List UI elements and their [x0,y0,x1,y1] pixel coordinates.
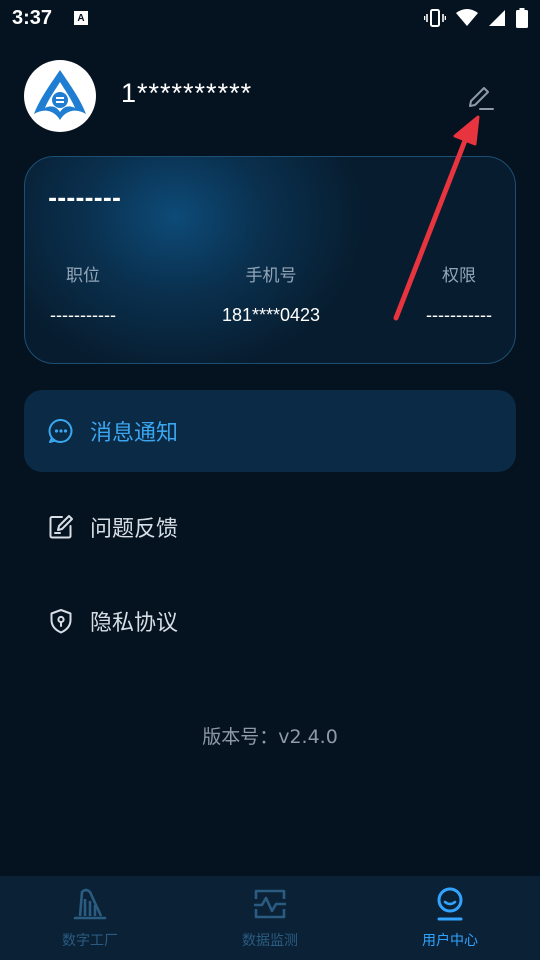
app-logo-icon [34,70,86,120]
status-bar: 3:37 A [0,0,540,36]
nav-label: 用户中心 [422,933,478,949]
a-notification-icon: A [74,11,89,25]
menu-label: 隐私协议 [90,611,179,636]
position-column: 职位 ----------- [45,261,121,326]
menu-label: 问题反馈 [90,517,179,542]
nav-item-user-center[interactable]: 用户中心 [360,876,540,960]
phone-column: 手机号 181****0423 [201,261,341,326]
feedback-edit-icon [46,512,76,542]
menu-item-feedback[interactable]: 问题反馈 [24,486,516,568]
phone-label: 手机号 [245,266,297,286]
nav-label: 数据监测 [242,933,298,949]
username: 1********** [121,78,253,108]
battery-icon [516,8,528,28]
annotation-arrow [393,115,480,321]
user-info-card: -------- 职位 ----------- 手机号 181****0423 … [24,156,516,364]
pencil-icon [469,87,494,110]
permission-value: ----------- [426,305,492,325]
menu-item-privacy[interactable]: 隐私协议 [24,580,516,662]
wifi-icon [456,9,478,26]
card-name: -------- [48,187,122,212]
position-label: 职位 [66,266,100,286]
edit-profile-button[interactable] [464,82,496,114]
message-icon [46,416,76,446]
monitor-icon [250,884,290,924]
avatar[interactable] [24,60,96,132]
phone-value: 181****0423 [221,305,321,325]
user-icon [430,884,470,924]
nav-label: 数字工厂 [62,933,118,949]
signal-icon [489,10,505,26]
factory-icon [70,884,110,924]
menu-label: 消息通知 [90,421,179,446]
nav-item-digital-factory[interactable]: 数字工厂 [0,876,180,960]
permission-label: 权限 [442,266,476,286]
profile-header: 1********** [24,60,516,132]
status-time: 3:37 [12,6,53,29]
position-value: ----------- [50,305,116,325]
permission-column: 权限 ----------- [421,261,497,326]
shield-icon [46,606,76,636]
version-text: 版本号：v2.4.0 [202,726,338,748]
vibrate-icon [424,9,446,27]
menu-item-notifications[interactable]: 消息通知 [24,390,516,472]
nav-item-data-monitor[interactable]: 数据监测 [180,876,360,960]
status-icons [424,8,528,28]
bottom-nav: 数字工厂 数据监测 用户中心 [0,876,540,960]
